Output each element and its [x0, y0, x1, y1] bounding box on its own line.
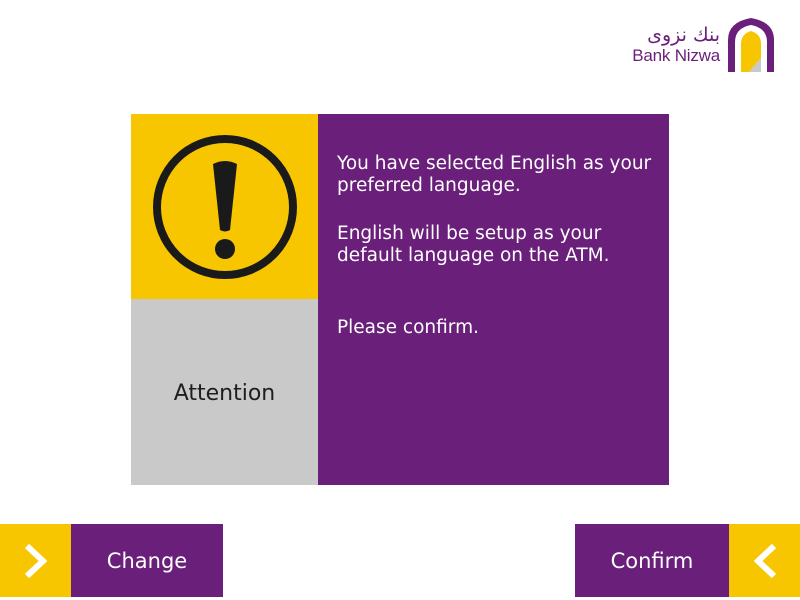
bank-logo: بنك نزوى Bank Nizwa	[632, 18, 774, 72]
message-default-language: English will be setup as your default la…	[337, 223, 610, 266]
message-panel: You have selected English as your prefer…	[318, 114, 669, 485]
change-button-label[interactable]: Change	[71, 524, 223, 597]
confirm-arrow[interactable]	[729, 524, 800, 597]
warning-exclamation-icon	[152, 134, 297, 279]
change-arrow[interactable]	[0, 524, 71, 597]
confirmation-dialog: You have selected English as your prefer…	[131, 114, 669, 485]
logo-english-name: Bank Nizwa	[632, 46, 720, 65]
dialog-left-column	[131, 114, 318, 485]
chevron-right-icon	[24, 543, 47, 578]
warning-box	[131, 114, 318, 299]
message-please-confirm: Please confirm.	[337, 317, 479, 338]
message-selected-language: You have selected English as your prefer…	[337, 153, 652, 196]
change-button[interactable]: Change	[0, 524, 223, 597]
logo-arabic-name: بنك نزوى	[647, 24, 720, 46]
logo-text: بنك نزوى Bank Nizwa	[632, 24, 720, 65]
bank-logo-mark-icon	[728, 18, 774, 72]
confirm-button[interactable]: Confirm	[575, 524, 800, 597]
confirm-button-label[interactable]: Confirm	[575, 524, 729, 597]
atm-screen: بنك نزوى Bank Nizwa You have selected En…	[0, 0, 800, 600]
attention-title: Attention	[173, 381, 276, 406]
chevron-left-icon	[753, 543, 776, 578]
